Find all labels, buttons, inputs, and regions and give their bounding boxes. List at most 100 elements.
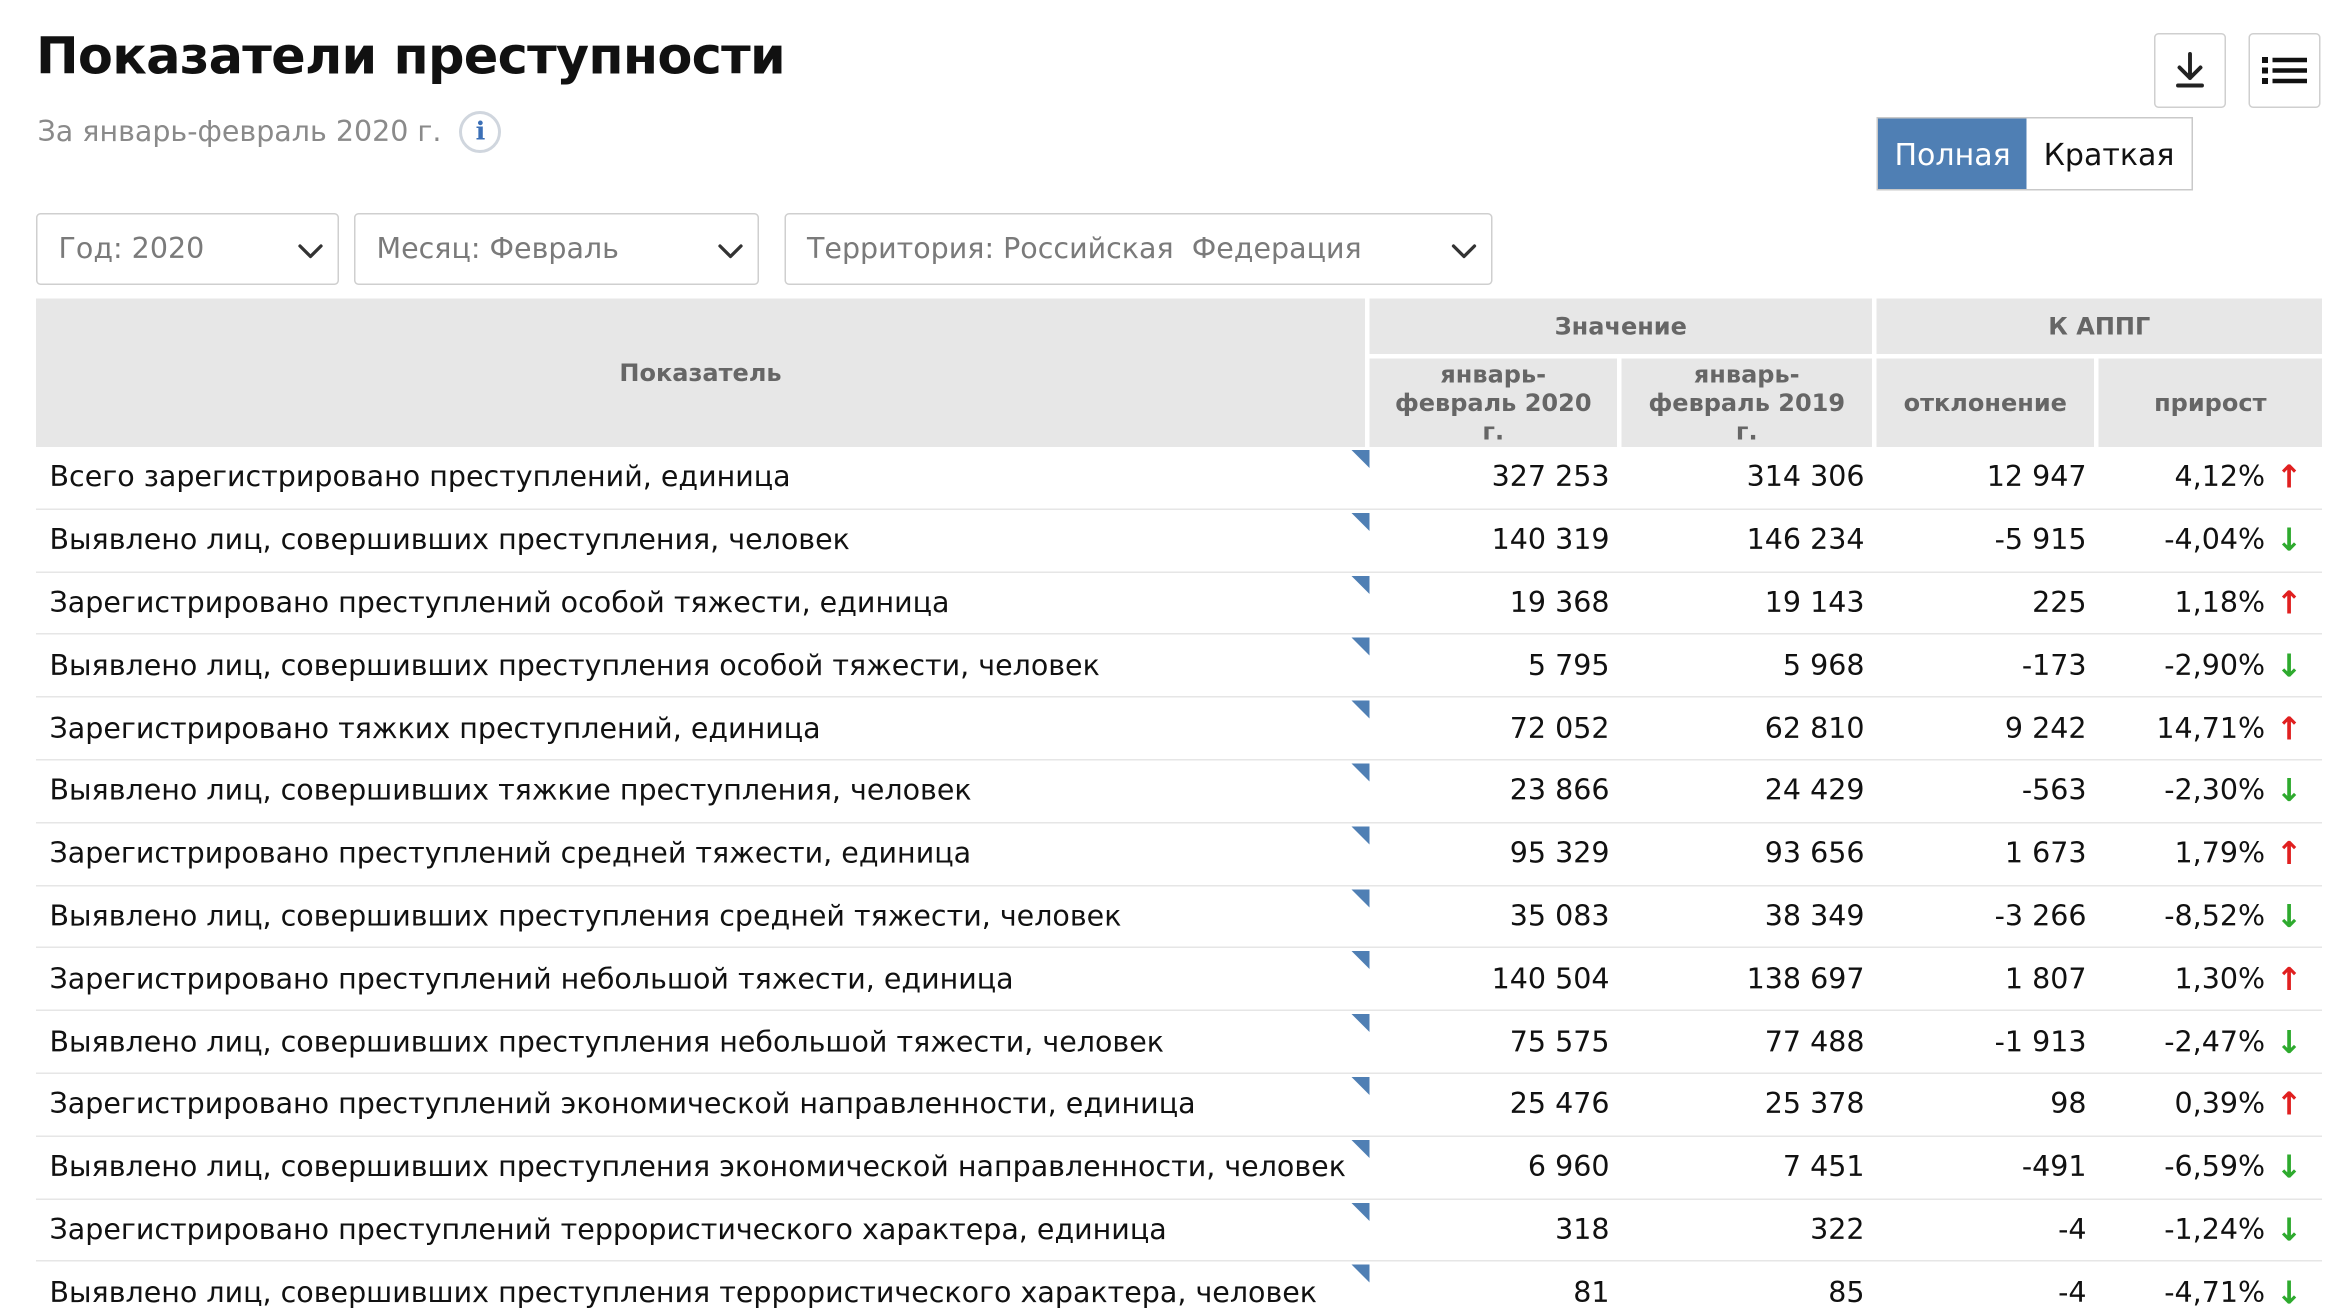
- table-row[interactable]: Зарегистрировано преступлений экономичес…: [36, 1074, 2323, 1137]
- arrow-down-icon: ↓: [2275, 522, 2303, 559]
- indicator-name-cell[interactable]: Зарегистрировано преступлений террористи…: [36, 1199, 1370, 1263]
- value-2019-cell: 24 429: [1621, 760, 1877, 824]
- value-2019-cell: 77 488: [1621, 1011, 1877, 1074]
- table-body: Всего зарегистрировано преступлений, еди…: [36, 447, 2323, 1308]
- value-2019-cell: 62 810: [1621, 698, 1877, 761]
- table-row[interactable]: Выявлено лиц, совершивших преступления н…: [36, 1011, 2323, 1074]
- indicator-name-cell[interactable]: Выявлено лиц, совершивших преступления с…: [36, 886, 1370, 949]
- arrow-up-icon: ↑: [2275, 584, 2303, 621]
- deviation-cell: -5 915: [1876, 510, 2099, 573]
- info-icon[interactable]: i: [459, 111, 502, 153]
- indicator-name: Выявлено лиц, совершивших преступления, …: [49, 523, 850, 557]
- indicator-name-cell[interactable]: Зарегистрировано преступлений средней тя…: [36, 823, 1370, 886]
- growth-value: -4,71%: [2164, 1276, 2266, 1308]
- page: Показатели преступности За январь-феврал…: [0, 0, 2326, 1308]
- comment-marker-icon[interactable]: [1351, 450, 1370, 468]
- indicator-name-cell[interactable]: Выявлено лиц, совершивших преступления, …: [36, 510, 1370, 573]
- comment-marker-icon[interactable]: [1351, 763, 1370, 782]
- download-icon: [2176, 52, 2204, 88]
- comment-marker-icon[interactable]: [1351, 700, 1370, 719]
- comment-marker-icon[interactable]: [1351, 888, 1370, 907]
- arrow-down-icon: ↓: [2275, 1023, 2303, 1060]
- indicator-name-cell[interactable]: Зарегистрировано преступлений небольшой …: [36, 949, 1370, 1012]
- value-2020-cell: 318: [1369, 1199, 1622, 1263]
- comment-marker-icon[interactable]: [1351, 1076, 1370, 1095]
- table-row[interactable]: Выявлено лиц, совершивших преступления, …: [36, 510, 2323, 573]
- growth-value: -4,04%: [2164, 523, 2266, 557]
- growth-value: -2,90%: [2164, 649, 2266, 683]
- indicator-name: Зарегистрировано преступлений особой тяж…: [49, 586, 950, 620]
- table-row[interactable]: Зарегистрировано преступлений террористи…: [36, 1199, 2323, 1263]
- table-row[interactable]: Выявлено лиц, совершивших преступления о…: [36, 635, 2323, 698]
- table-row[interactable]: Выявлено лиц, совершивших преступления с…: [36, 886, 2323, 949]
- table-row[interactable]: Зарегистрировано тяжких преступлений, ед…: [36, 698, 2323, 761]
- value-2019-cell: 19 143: [1621, 572, 1877, 636]
- table-row[interactable]: Выявлено лиц, совершивших преступления т…: [36, 1262, 2322, 1308]
- page-title: Показатели преступности: [36, 27, 786, 87]
- table-row[interactable]: Всего зарегистрировано преступлений, еди…: [36, 447, 2323, 510]
- year-select[interactable]: Год: 2020: [36, 213, 339, 285]
- indicator-name-cell[interactable]: Зарегистрировано тяжких преступлений, ед…: [36, 698, 1370, 761]
- territory-select[interactable]: Территория: Российская Федерация: [784, 213, 1493, 285]
- indicator-name-cell[interactable]: Выявлено лиц, совершивших тяжкие преступ…: [36, 760, 1370, 824]
- value-2020-cell: 35 083: [1369, 886, 1622, 949]
- value-2020-cell: 81: [1370, 1262, 1622, 1308]
- comment-marker-icon[interactable]: [1351, 1265, 1370, 1284]
- deviation-cell: -1 913: [1876, 1011, 2099, 1074]
- month-select[interactable]: Месяц: Февраль: [354, 213, 759, 285]
- growth-value: 0,39%: [2174, 1088, 2266, 1122]
- arrow-up-icon: ↑: [2275, 710, 2303, 747]
- indicator-name-cell[interactable]: Зарегистрировано преступлений особой тяж…: [36, 572, 1370, 636]
- download-button[interactable]: [2154, 33, 2226, 108]
- chevron-down-icon: [298, 244, 323, 259]
- comment-marker-icon[interactable]: [1351, 826, 1370, 845]
- growth-value: -1,24%: [2164, 1213, 2266, 1247]
- growth-value: 1,79%: [2174, 837, 2266, 871]
- growth-cell: -1,24% ↓: [2098, 1199, 2323, 1263]
- deviation-cell: -491: [1876, 1137, 2099, 1200]
- indicator-name: Выявлено лиц, совершивших преступления т…: [49, 1276, 1318, 1308]
- value-2020-cell: 25 476: [1369, 1074, 1622, 1137]
- growth-value: 1,18%: [2174, 586, 2266, 620]
- growth-cell: -4,71% ↓: [2099, 1262, 2323, 1308]
- indicator-name: Всего зарегистрировано преступлений, еди…: [49, 461, 791, 495]
- value-2020-cell: 75 575: [1369, 1011, 1622, 1074]
- indicator-name-cell[interactable]: Всего зарегистрировано преступлений, еди…: [36, 447, 1370, 510]
- growth-cell: 1,18% ↑: [2098, 572, 2323, 636]
- indicator-name-cell[interactable]: Зарегистрировано преступлений экономичес…: [36, 1074, 1370, 1137]
- table-row[interactable]: Зарегистрировано преступлений особой тяж…: [36, 572, 2323, 636]
- value-2019-cell: 314 306: [1621, 447, 1877, 510]
- value-2019-cell: 7 451: [1621, 1137, 1877, 1200]
- growth-cell: -2,47% ↓: [2098, 1011, 2323, 1074]
- growth-value: 14,71%: [2156, 711, 2266, 745]
- comment-marker-icon[interactable]: [1351, 951, 1370, 970]
- value-2020-cell: 19 368: [1369, 572, 1622, 636]
- table-row[interactable]: Выявлено лиц, совершивших преступления э…: [36, 1137, 2323, 1200]
- comment-marker-icon[interactable]: [1351, 1139, 1370, 1158]
- indicator-name-cell[interactable]: Выявлено лиц, совершивших преступления т…: [36, 1262, 1370, 1308]
- year-select-value: Год: 2020: [58, 232, 205, 266]
- comment-marker-icon[interactable]: [1351, 1202, 1370, 1221]
- deviation-cell: 12 947: [1876, 447, 2099, 510]
- value-2019-cell: 5 968: [1621, 635, 1877, 698]
- table-row[interactable]: Зарегистрировано преступлений средней тя…: [36, 823, 2323, 886]
- table-row[interactable]: Выявлено лиц, совершивших тяжкие преступ…: [36, 760, 2323, 824]
- growth-cell: 0,39% ↑: [2098, 1074, 2323, 1137]
- indicator-name-cell[interactable]: Выявлено лиц, совершивших преступления о…: [36, 635, 1370, 698]
- column-header-growth: прирост: [2098, 358, 2323, 447]
- growth-value: 1,30%: [2174, 962, 2266, 996]
- indicator-name-cell[interactable]: Выявлено лиц, совершивших преступления н…: [36, 1011, 1370, 1074]
- comment-marker-icon[interactable]: [1351, 512, 1370, 531]
- view-short-button[interactable]: Краткая: [2027, 118, 2191, 189]
- indicator-name-cell[interactable]: Выявлено лиц, совершивших преступления э…: [36, 1137, 1370, 1200]
- comment-marker-icon[interactable]: [1351, 638, 1370, 657]
- table-row[interactable]: Зарегистрировано преступлений небольшой …: [36, 949, 2323, 1012]
- comment-marker-icon[interactable]: [1351, 1014, 1370, 1033]
- arrow-down-icon: ↓: [2275, 1211, 2303, 1248]
- menu-button[interactable]: [2248, 33, 2321, 108]
- growth-cell: -8,52% ↓: [2098, 886, 2323, 949]
- view-full-button[interactable]: Полная: [1878, 118, 2028, 189]
- comment-marker-icon[interactable]: [1351, 575, 1370, 594]
- value-2019-cell: 322: [1621, 1199, 1877, 1263]
- period-label: За январь-февраль 2020 г.: [37, 115, 442, 149]
